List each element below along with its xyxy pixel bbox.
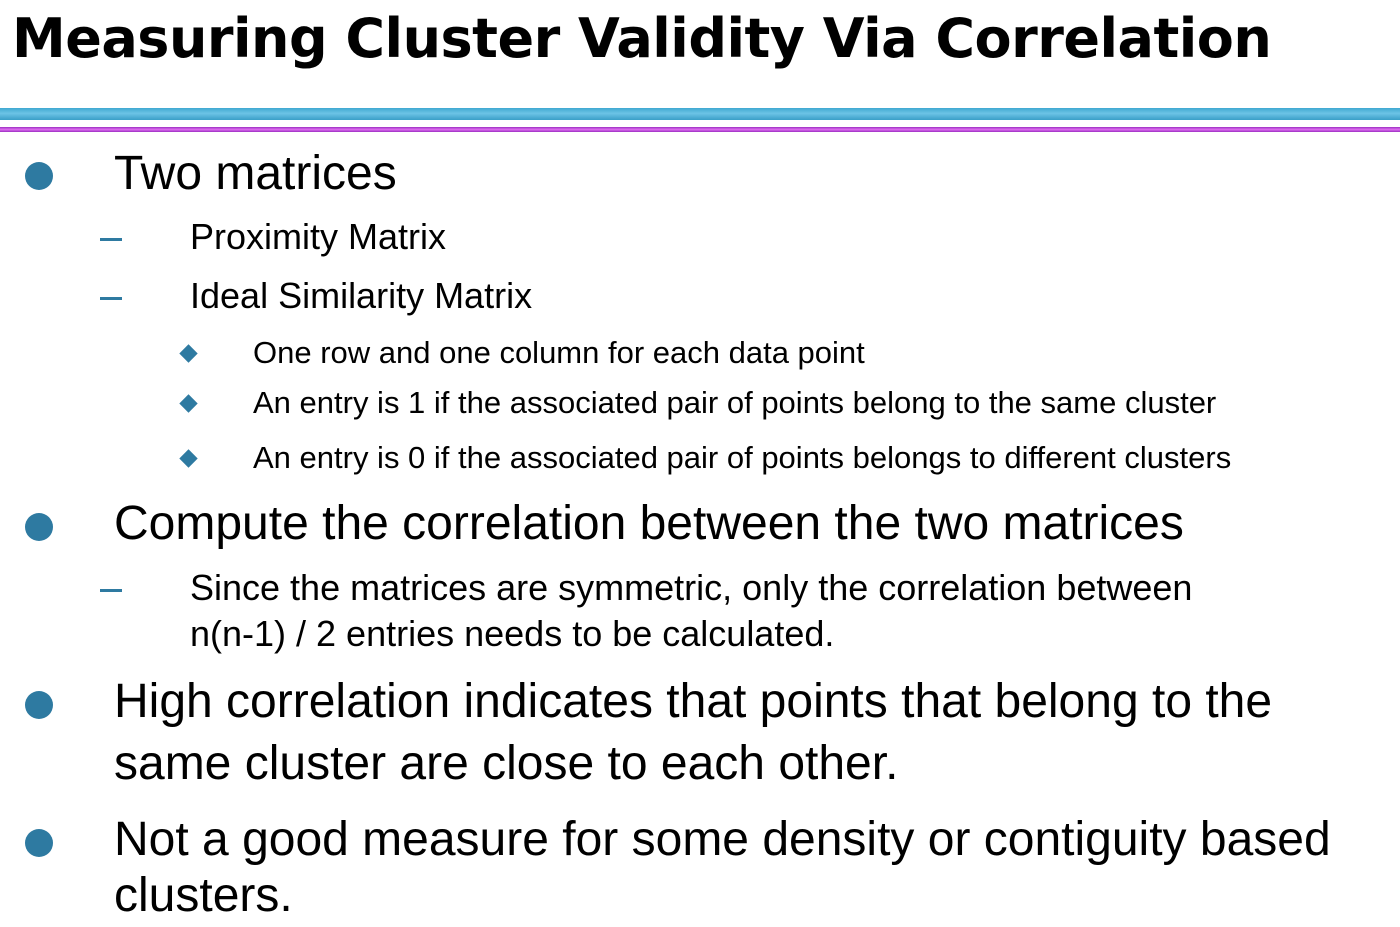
circle-bullet-icon (25, 691, 53, 719)
diamond-bullet-icon (179, 394, 198, 413)
bullet-compute-correlation: Compute the correlation between the two … (114, 497, 1184, 550)
sub-sub-bullet-entry-zero: An entry is 0 if the associated pair of … (253, 440, 1232, 475)
sub-bullet-symmetric-line2: n(n-1) / 2 entries needs to be calculate… (190, 613, 835, 654)
title-rule-purple (0, 127, 1400, 132)
diamond-bullet-icon (179, 449, 198, 468)
sub-bullet-symmetric-line1: Since the matrices are symmetric, only t… (190, 567, 1193, 608)
circle-bullet-icon (25, 513, 53, 541)
sub-bullet-ideal-similarity-matrix: Ideal Similarity Matrix (190, 275, 533, 316)
circle-bullet-icon (25, 162, 53, 190)
bullet-high-correlation-line1: High correlation indicates that points t… (114, 675, 1273, 728)
bullet-not-good-measure-line1: Not a good measure for some density or c… (114, 813, 1331, 866)
sub-sub-bullet-entry-one: An entry is 1 if the associated pair of … (253, 385, 1217, 420)
bullet-two-matrices: Two matrices (114, 147, 397, 200)
circle-bullet-icon (25, 829, 53, 857)
diamond-bullet-icon (179, 344, 198, 363)
title-rule-blue (0, 108, 1400, 120)
sub-bullet-proximity-matrix: Proximity Matrix (190, 216, 447, 257)
dash-bullet-icon (100, 589, 122, 592)
sub-sub-bullet-row-column: One row and one column for each data poi… (253, 335, 865, 370)
bullet-not-good-measure-line2: clusters. (114, 869, 293, 922)
slide-title: Measuring Cluster Validity Via Correlati… (12, 7, 1272, 70)
dash-bullet-icon (100, 297, 122, 300)
dash-bullet-icon (100, 238, 122, 241)
bullet-high-correlation-line2: same cluster are close to each other. (114, 737, 899, 790)
